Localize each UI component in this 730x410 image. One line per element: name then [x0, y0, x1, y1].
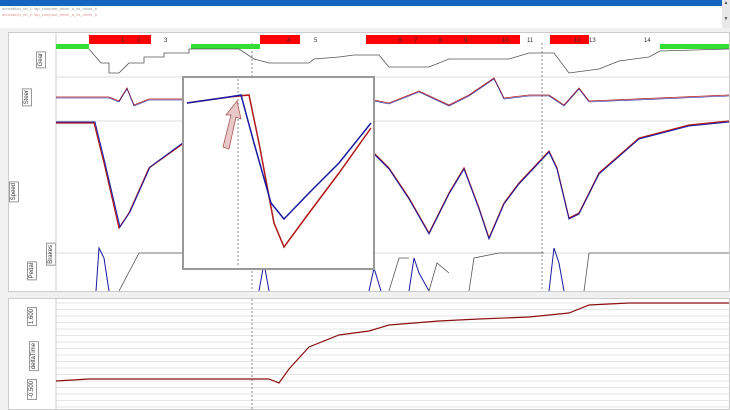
segment-label: 3	[164, 38, 168, 44]
segment-label: 11	[527, 38, 534, 44]
delta-time-chart[interactable]	[9, 299, 729, 409]
segment-label: 13	[589, 38, 596, 44]
annotation-header: annotation_ref_1: lap_compare_driver_a_v…	[0, 6, 722, 28]
segment-brake[interactable]	[89, 35, 151, 44]
segment-brake[interactable]	[550, 35, 589, 44]
segment-label: 12	[574, 38, 581, 44]
segment-label: 14	[644, 38, 651, 44]
segment-label: 5	[314, 38, 318, 44]
segment-throttle[interactable]	[191, 44, 260, 49]
braking-segments	[56, 35, 729, 49]
segment-throttle[interactable]	[56, 44, 89, 49]
header-scrollbar[interactable]: ▲ ▼	[722, 0, 730, 28]
gear-trace	[88, 48, 729, 74]
telemetry-panel: Gear Steer Speed Brakes Pedal 1 2 3 4 5 …	[8, 32, 730, 292]
delta-time-panel: 1.600 deltaTime -0.500	[8, 298, 730, 410]
zoom-inset[interactable]	[182, 76, 375, 270]
segment-brake[interactable]	[366, 35, 520, 44]
speed-trace-a	[56, 120, 729, 240]
scroll-down-icon[interactable]: ▼	[722, 16, 730, 22]
steer-trace-a	[56, 77, 729, 106]
segment-label: 10	[502, 38, 509, 44]
speed-trace-b	[56, 121, 729, 241]
segment-throttle[interactable]	[660, 44, 729, 49]
telemetry-chart[interactable]: 1 2 3 4 5 6 7 8 9 10 11 12 13 14	[9, 33, 729, 291]
segment-brake[interactable]	[260, 35, 300, 44]
delta-time-trace	[55, 302, 729, 384]
header-line: annotation_ref_2: lap_compare_driver_a_v…	[2, 12, 97, 17]
